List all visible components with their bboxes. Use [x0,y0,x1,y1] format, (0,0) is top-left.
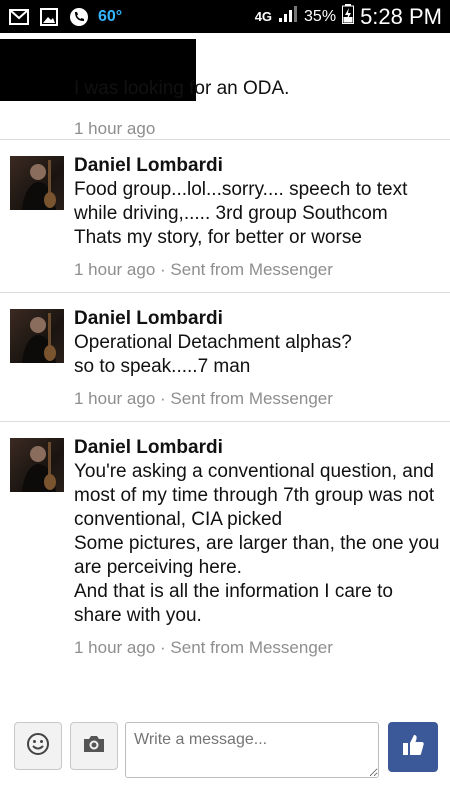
avatar[interactable] [10,438,64,492]
message-text: You're asking a conventional question, a… [74,461,440,626]
sender-name[interactable]: Daniel Lombardi [74,436,440,460]
avatar[interactable] [10,309,64,363]
status-bar: 60° 4G 35% 5:28 PM [0,0,450,33]
sender-name[interactable]: Daniel Lombardi [74,154,440,178]
message-meta: 1 hour ago · Sent from Messenger [74,638,333,657]
message-item: Daniel Lombardi Food group...lol...sorry… [0,140,450,293]
message-item: I was looking for an ODA. 1 hour ago [0,33,450,140]
signal-icon [278,5,298,28]
message-composer [0,712,450,800]
message-text: Food group...lol...sorry.... speech to t… [74,179,408,248]
battery-charging-icon [342,4,355,29]
message-meta: 1 hour ago · Sent from Messenger [74,260,333,279]
clock-text: 5:28 PM [360,3,442,29]
message-input[interactable] [125,722,379,778]
message-item: Daniel Lombardi You're asking a conventi… [0,422,450,670]
emoji-button[interactable] [14,722,62,770]
avatar[interactable] [10,156,64,210]
mail-icon [8,7,30,27]
phone-icon [68,7,90,27]
network-type-text: 4G [254,8,273,24]
camera-icon [82,734,106,759]
message-item: Daniel Lombardi Operational Detachment a… [0,293,450,422]
smiley-icon [26,732,50,761]
image-icon [38,7,60,27]
like-icon [400,732,426,763]
message-text: I was looking for an ODA. [74,78,290,99]
message-meta: 1 hour ago [74,119,156,138]
temperature-text: 60° [98,7,123,25]
message-text: Operational Detachment alphas? so to spe… [74,332,352,377]
like-button[interactable] [388,722,438,772]
camera-button[interactable] [70,722,118,770]
battery-percent-text: 35% [304,7,337,25]
message-meta: 1 hour ago · Sent from Messenger [74,389,333,408]
message-thread: I was looking for an ODA. 1 hour ago Dan… [0,33,450,670]
sender-name[interactable]: Daniel Lombardi [74,307,440,331]
